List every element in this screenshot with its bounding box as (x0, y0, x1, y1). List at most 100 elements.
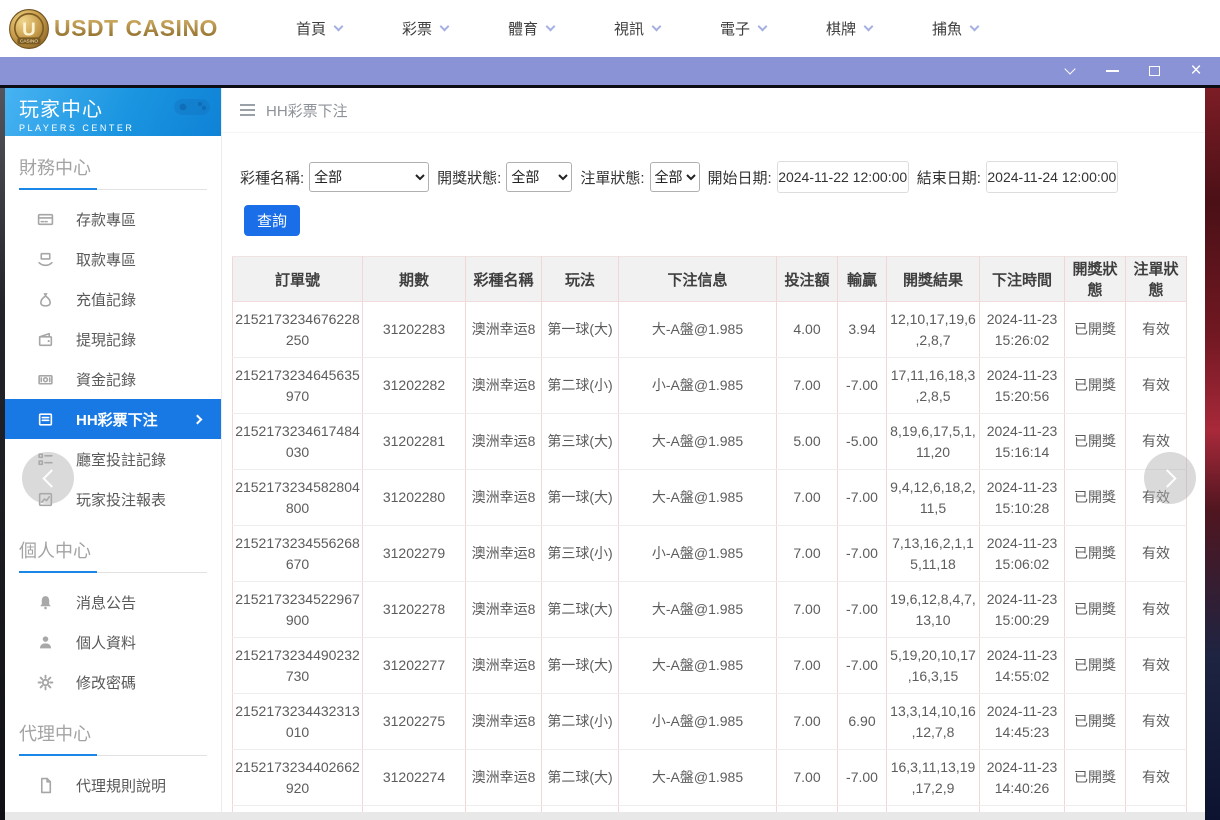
chevron-down-icon (1064, 63, 1075, 74)
panel-expand-right-button[interactable] (1144, 452, 1196, 504)
table-row: 215217323449023273031202277澳洲幸运8第一球(大)大-… (233, 638, 1187, 694)
chevron-down-icon (758, 22, 768, 32)
sidebar-item-hh-lottery-bets[interactable]: HH彩票下注 (5, 399, 221, 439)
sidebar-item-announcements[interactable]: 消息公告 (5, 582, 221, 622)
column-header: 訂單號 (233, 257, 363, 302)
lottery-name-label: 彩種名稱: (240, 167, 304, 188)
draw-status-select[interactable]: 全部 (506, 162, 572, 192)
table-cell: 4.00 (777, 302, 838, 358)
table-header-row: 訂單號期數彩種名稱玩法下注信息投注額輸贏開獎結果下注時間開獎狀態注單狀態 (233, 257, 1187, 302)
page-title: HH彩票下注 (266, 100, 348, 121)
table-cell: 第二球(大) (542, 582, 619, 638)
table-cell: 31202278 (363, 582, 466, 638)
bets-table: 訂單號期數彩種名稱玩法下注信息投注額輸贏開獎結果下注時間開獎狀態注單狀態 215… (232, 256, 1187, 812)
nav-item-home[interactable]: 首頁 (266, 0, 372, 57)
table-cell: 31202281 (363, 414, 466, 470)
bell-icon (37, 594, 54, 611)
table-cell: 2024-11-23 15:20:56 (980, 358, 1065, 414)
brand-logo[interactable]: U CASINO USDT CASINO (8, 8, 218, 50)
sidebar-item-agent-promotion[interactable]: 代理推廣管理 (5, 805, 221, 812)
table-cell: 2152173234582804800 (233, 470, 363, 526)
table-cell: 澳洲幸运8 (466, 302, 542, 358)
chevron-left-icon (42, 469, 60, 487)
menu-toggle-icon[interactable] (240, 104, 255, 116)
brand-name: USDT CASINO (54, 15, 218, 42)
sidebar-item-profile[interactable]: 個人資料 (5, 622, 221, 662)
table-cell: 2024-11-23 14:40:26 (980, 750, 1065, 806)
main-content: HH彩票下注 彩種名稱: 全部 開獎狀態: 全部 注單狀態: 全部 開始日期: … (222, 88, 1205, 812)
lottery-name-select[interactable]: 全部 (309, 162, 429, 192)
lottery-ledger-icon (37, 411, 54, 428)
sidebar-item-agent-rules[interactable]: 代理規則說明 (5, 765, 221, 805)
order-status-select[interactable]: 全部 (650, 162, 700, 192)
window-maximize-button[interactable] (1146, 63, 1162, 79)
agent-menu: 代理規則說明 代理推廣管理 (5, 765, 221, 812)
sidebar-item-withdraw[interactable]: 取款專區 (5, 239, 221, 279)
table-row (233, 806, 1187, 813)
sidebar-header: 玩家中心 PLAYERS CENTER (5, 88, 221, 136)
table-cell: 7.00 (777, 638, 838, 694)
nav-item-sports[interactable]: 體育 (478, 0, 584, 57)
nav-item-lottery[interactable]: 彩票 (372, 0, 478, 57)
table-row: 215217323464563597031202282澳洲幸运8第二球(小)小-… (233, 358, 1187, 414)
table-cell: 已開獎 (1065, 358, 1126, 414)
table-cell: 6.90 (838, 694, 887, 750)
table-cell: 大-A盤@1.985 (619, 414, 777, 470)
sidebar-item-withdrawal-record[interactable]: 提現記錄 (5, 319, 221, 359)
svg-text:U: U (22, 19, 36, 40)
table-cell: 澳洲幸运8 (466, 470, 542, 526)
table-row: 215217323452296790031202278澳洲幸运8第二球(大)大-… (233, 582, 1187, 638)
search-button[interactable]: 查詢 (244, 205, 300, 236)
table-cell: 2152173234402662920 (233, 750, 363, 806)
table-cell: 2024-11-23 15:00:29 (980, 582, 1065, 638)
table-cell: 已開獎 (1065, 414, 1126, 470)
chevron-down-icon (652, 22, 662, 32)
sidebar-item-recharge-record[interactable]: 充值記錄 (5, 279, 221, 319)
bets-table-body: 215217323467622825031202283澳洲幸运8第一球(大)大-… (233, 302, 1187, 813)
nav-item-live[interactable]: 視訊 (584, 0, 690, 57)
column-header: 下注信息 (619, 257, 777, 302)
coin-icon: U CASINO (8, 8, 50, 50)
column-header: 輸贏 (838, 257, 887, 302)
window-titlebar: × (0, 57, 1220, 85)
panel-collapse-left-button[interactable] (22, 452, 74, 504)
section-title-agent: 代理中心 (19, 720, 207, 756)
sidebar-item-change-password[interactable]: 修改密碼 (5, 662, 221, 702)
minimize-icon (1106, 70, 1119, 72)
table-cell (887, 806, 980, 813)
table-cell: 澳洲幸运8 (466, 526, 542, 582)
table-cell (1126, 806, 1187, 813)
window-minimize-button[interactable] (1104, 63, 1120, 79)
table-cell: 8,19,6,17,5,1,11,20 (887, 414, 980, 470)
table-cell: -7.00 (838, 750, 887, 806)
table-cell: 13,3,14,10,16,12,7,8 (887, 694, 980, 750)
table-cell: 有效 (1126, 302, 1187, 358)
top-navbar: U CASINO USDT CASINO 首頁 彩票 體育 視訊 電子 棋牌 捕… (0, 0, 1220, 57)
close-icon: × (1190, 64, 1201, 78)
window-close-button[interactable]: × (1188, 63, 1204, 79)
window-dropdown-button[interactable] (1062, 63, 1078, 79)
table-cell: 2152173234490232730 (233, 638, 363, 694)
end-date-input[interactable] (986, 161, 1118, 193)
table-cell: 第二球(大) (542, 750, 619, 806)
table-cell: 2024-11-23 15:06:02 (980, 526, 1065, 582)
chevron-down-icon (970, 22, 980, 32)
start-date-input[interactable] (777, 161, 909, 193)
sidebar-item-funds-record[interactable]: 資金記錄 (5, 359, 221, 399)
table-row: 215217323440266292031202274澳洲幸运8第二球(大)大-… (233, 750, 1187, 806)
table-cell (619, 806, 777, 813)
nav-item-fishing[interactable]: 捕魚 (902, 0, 1008, 57)
money-bag-icon (37, 291, 54, 308)
chevron-right-icon (193, 414, 203, 424)
chevron-down-icon (546, 22, 556, 32)
sidebar: 玩家中心 PLAYERS CENTER 財務中心 存款專區 取款專區 充值記錄 (5, 88, 222, 812)
table-cell: 已開獎 (1065, 582, 1126, 638)
table-cell: -7.00 (838, 638, 887, 694)
table-cell: 2152173234522967900 (233, 582, 363, 638)
table-cell: 有效 (1126, 582, 1187, 638)
sidebar-item-deposit[interactable]: 存款專區 (5, 199, 221, 239)
nav-item-boardgames[interactable]: 棋牌 (796, 0, 902, 57)
banknote-icon (37, 371, 54, 388)
table-cell: 第一球(大) (542, 638, 619, 694)
nav-item-slots[interactable]: 電子 (690, 0, 796, 57)
